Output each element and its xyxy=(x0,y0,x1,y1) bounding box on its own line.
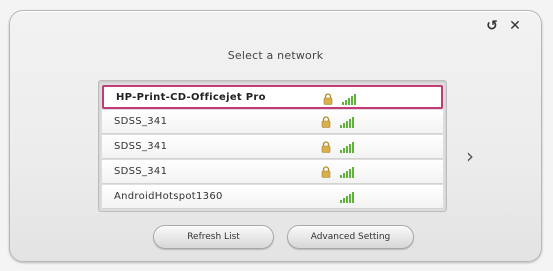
network-name: SDSS_341 xyxy=(114,116,168,127)
lock-icon xyxy=(323,93,333,105)
network-name: SDSS_341 xyxy=(114,141,168,152)
signal-strength-icon xyxy=(340,192,354,203)
network-name: SDSS_341 xyxy=(114,166,168,177)
network-row[interactable]: SDSS_341 xyxy=(102,110,443,134)
network-list: HP-Print-CD-Officejet Pro SDSS_341 SDSS_ xyxy=(98,80,447,212)
advanced-setting-button[interactable]: Advanced Setting xyxy=(287,225,414,249)
close-icon[interactable]: ✕ xyxy=(507,18,523,34)
lock-icon xyxy=(321,116,331,128)
dialog-controls: ↺ ✕ xyxy=(484,18,523,34)
network-name: HP-Print-CD-Officejet Pro xyxy=(116,91,266,103)
chevron-right-icon[interactable]: › xyxy=(466,144,474,168)
refresh-list-button[interactable]: Refresh List xyxy=(153,225,274,249)
network-row[interactable]: HP-Print-CD-Officejet Pro xyxy=(102,85,443,109)
signal-strength-icon xyxy=(340,167,354,178)
lock-icon xyxy=(321,166,331,178)
signal-strength-icon xyxy=(340,117,354,128)
signal-strength-icon xyxy=(342,94,356,105)
dialog-title: Select a network xyxy=(227,49,324,62)
signal-strength-icon xyxy=(340,142,354,153)
network-row[interactable]: SDSS_341 xyxy=(102,135,443,159)
back-return-icon[interactable]: ↺ xyxy=(484,18,500,34)
lock-icon xyxy=(321,141,331,153)
network-row[interactable]: AndroidHotspot1360 xyxy=(102,185,443,209)
network-name: AndroidHotspot1360 xyxy=(114,191,223,202)
network-row[interactable]: SDSS_341 xyxy=(102,160,443,184)
